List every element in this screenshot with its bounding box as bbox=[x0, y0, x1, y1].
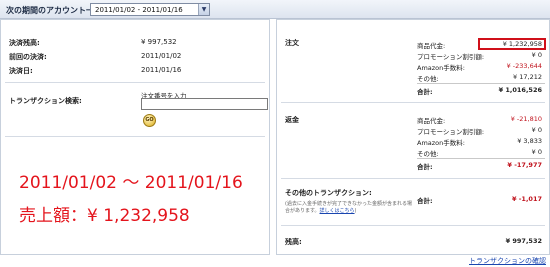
refunds-row-label: プロモーション割引額: bbox=[417, 128, 485, 136]
other-section-title: その他のトランザクション: bbox=[285, 189, 372, 197]
closing-balance-value: ¥ 997,532 bbox=[141, 38, 177, 46]
other-note: (過去に入金手続きが完了できなかった金額が含まれる場合があります。詳しくはこちら… bbox=[285, 201, 415, 215]
orders-row-label: Amazon手数料: bbox=[417, 64, 465, 72]
refunds-row-value: ¥ 0 bbox=[531, 126, 542, 134]
balance-label: 残高: bbox=[285, 238, 302, 246]
divider bbox=[417, 83, 545, 84]
divider bbox=[417, 158, 545, 159]
refunds-row-value: ¥ -21,810 bbox=[510, 115, 542, 123]
go-button[interactable]: GO bbox=[143, 114, 156, 127]
prev-settlement-value: 2011/01/02 bbox=[141, 52, 182, 60]
txn-search-label: トランザクション検索: bbox=[9, 97, 82, 105]
refunds-section-title: 返金 bbox=[285, 116, 299, 124]
transaction-breakdown-panel: 注文 商品代金: ¥ 1,232,958 プロモーション割引額: ¥ 0 Ama… bbox=[276, 19, 550, 255]
period-label: 次の期間のアカウント一覧 bbox=[6, 6, 102, 15]
orders-row-value: ¥ 1,232,958 bbox=[502, 40, 542, 48]
period-select-value: 2011/01/02 - 2011/01/16 bbox=[95, 6, 183, 14]
refunds-row-label: Amazon手数料: bbox=[417, 139, 465, 147]
orders-total-label: 合計: bbox=[417, 88, 433, 96]
orders-section-title: 注文 bbox=[285, 39, 299, 47]
balance-value: ¥ 997,532 bbox=[505, 237, 542, 245]
divider bbox=[281, 178, 545, 179]
orders-row-value: ¥ -233,644 bbox=[506, 62, 542, 70]
orders-total-value: ¥ 1,016,526 bbox=[498, 86, 542, 94]
chevron-down-icon[interactable]: ▼ bbox=[198, 4, 209, 15]
other-total-value: ¥ -1,017 bbox=[511, 195, 542, 203]
period-select[interactable]: 2011/01/02 - 2011/01/16 ▼ bbox=[90, 3, 210, 16]
orders-row-label: プロモーション割引額: bbox=[417, 53, 485, 61]
refunds-row-label: その他: bbox=[417, 150, 439, 158]
divider bbox=[5, 82, 265, 83]
refunds-row-value: ¥ 3,833 bbox=[517, 137, 542, 145]
refunds-total-label: 合計: bbox=[417, 163, 433, 171]
closing-balance-label: 決済残高: bbox=[9, 39, 40, 47]
divider bbox=[281, 225, 545, 226]
orders-row-value: ¥ 17,212 bbox=[513, 73, 542, 81]
other-note-end: ) bbox=[354, 208, 357, 214]
settlement-summary-panel: 決済残高: ¥ 997,532 前回の決済: 2011/01/02 決済日: 2… bbox=[0, 19, 270, 255]
settlement-date-label: 決済日: bbox=[9, 67, 33, 75]
settlement-date-value: 2011/01/16 bbox=[141, 66, 182, 74]
refunds-row-label: 商品代金: bbox=[417, 117, 446, 125]
orders-row-label: 商品代金: bbox=[417, 42, 446, 50]
orders-row-label: その他: bbox=[417, 75, 439, 83]
order-number-input[interactable] bbox=[141, 98, 268, 110]
period-toolbar: 次の期間のアカウント一覧 2011/01/02 - 2011/01/16 ▼ bbox=[0, 0, 550, 19]
divider bbox=[281, 102, 545, 103]
prev-settlement-label: 前回の決済: bbox=[9, 53, 47, 61]
details-link[interactable]: 詳しくはこちら bbox=[320, 208, 355, 214]
other-total-label: 合計: bbox=[417, 197, 433, 205]
refunds-row-value: ¥ 0 bbox=[531, 148, 542, 156]
annotation-sales: 売上額：¥ 1,232,958 bbox=[19, 206, 190, 226]
divider bbox=[5, 136, 265, 137]
refunds-total-value: ¥ -17,977 bbox=[507, 161, 542, 169]
orders-row-value: ¥ 0 bbox=[531, 51, 542, 59]
annotation-period: 2011/01/02 ～ 2011/01/16 bbox=[19, 173, 243, 193]
transaction-confirm-link[interactable]: トランザクションの確認 bbox=[469, 256, 546, 266]
